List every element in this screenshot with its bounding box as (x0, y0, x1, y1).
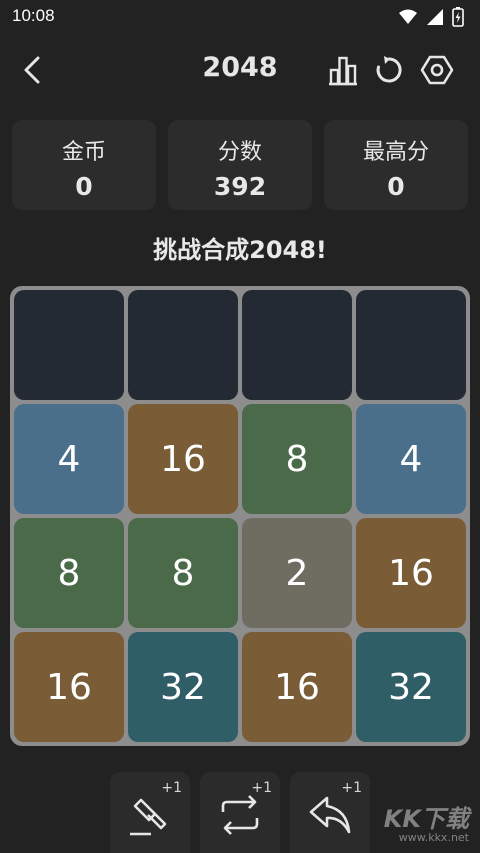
watermark-logo: KK下载 www.kkx.net (364, 799, 474, 847)
coins-label: 金币 (61, 140, 106, 165)
tile-16: 16 (128, 404, 238, 514)
page-title: 2048 (202, 52, 278, 83)
settings-button[interactable] (419, 52, 455, 88)
score-card: 分数 392 (168, 120, 312, 210)
battery-charging-icon (452, 7, 464, 27)
header: 2048 (0, 42, 480, 98)
tile-16: 16 (356, 518, 466, 628)
best-score-card: 最高分 0 (324, 120, 468, 210)
best-score-value: 0 (387, 172, 405, 201)
challenge-text: 挑战合成2048! (153, 236, 327, 264)
score-value: 392 (213, 172, 267, 201)
empty-tile (356, 290, 466, 400)
tile-4: 4 (14, 404, 124, 514)
tile-32: 32 (356, 632, 466, 742)
hammer-tool-button[interactable]: +1 (110, 772, 190, 853)
leaderboard-button[interactable] (325, 52, 361, 88)
wifi-icon (399, 9, 417, 24)
status-bar: 10:08 (0, 0, 480, 34)
undo-tool-button[interactable]: +1 (290, 772, 370, 853)
tile-4: 4 (356, 404, 466, 514)
undo-icon (309, 796, 351, 834)
svg-text:KK下载: KK下载 (384, 805, 473, 833)
tile-2: 2 (242, 518, 352, 628)
swap-tool-button[interactable]: +1 (200, 772, 280, 853)
settings-hex-icon (420, 55, 454, 85)
stats-panel: 金币 0 分数 392 最高分 0 (12, 120, 468, 210)
tile-8: 8 (14, 518, 124, 628)
svg-text:www.kkx.net: www.kkx.net (399, 831, 470, 843)
status-icons (398, 7, 464, 27)
swap-icon (221, 795, 259, 835)
tile-32: 32 (128, 632, 238, 742)
coins-card: 金币 0 (12, 120, 156, 210)
status-time: 10:08 (12, 6, 55, 25)
restart-button[interactable] (371, 52, 407, 88)
hammer-icon (130, 798, 167, 836)
score-label: 分数 (217, 140, 262, 165)
tile-8: 8 (128, 518, 238, 628)
tool-bar: +1 +1 +1 (110, 772, 370, 853)
signal-icon (427, 9, 443, 25)
tile-16: 16 (14, 632, 124, 742)
empty-tile (14, 290, 124, 400)
coins-value: 0 (75, 172, 93, 201)
leaderboard-icon (329, 56, 357, 86)
tile-8: 8 (242, 404, 352, 514)
restart-icon (376, 56, 402, 83)
back-icon (24, 56, 40, 84)
watermark-graphic: KK下载 www.kkx.net (384, 805, 473, 844)
tile-16: 16 (242, 632, 352, 742)
empty-tile (242, 290, 352, 400)
game-board[interactable]: 4 16 8 4 8 8 2 16 16 32 16 32 (10, 286, 470, 746)
back-button[interactable] (14, 50, 50, 90)
best-score-label: 最高分 (362, 140, 429, 165)
empty-tile (128, 290, 238, 400)
